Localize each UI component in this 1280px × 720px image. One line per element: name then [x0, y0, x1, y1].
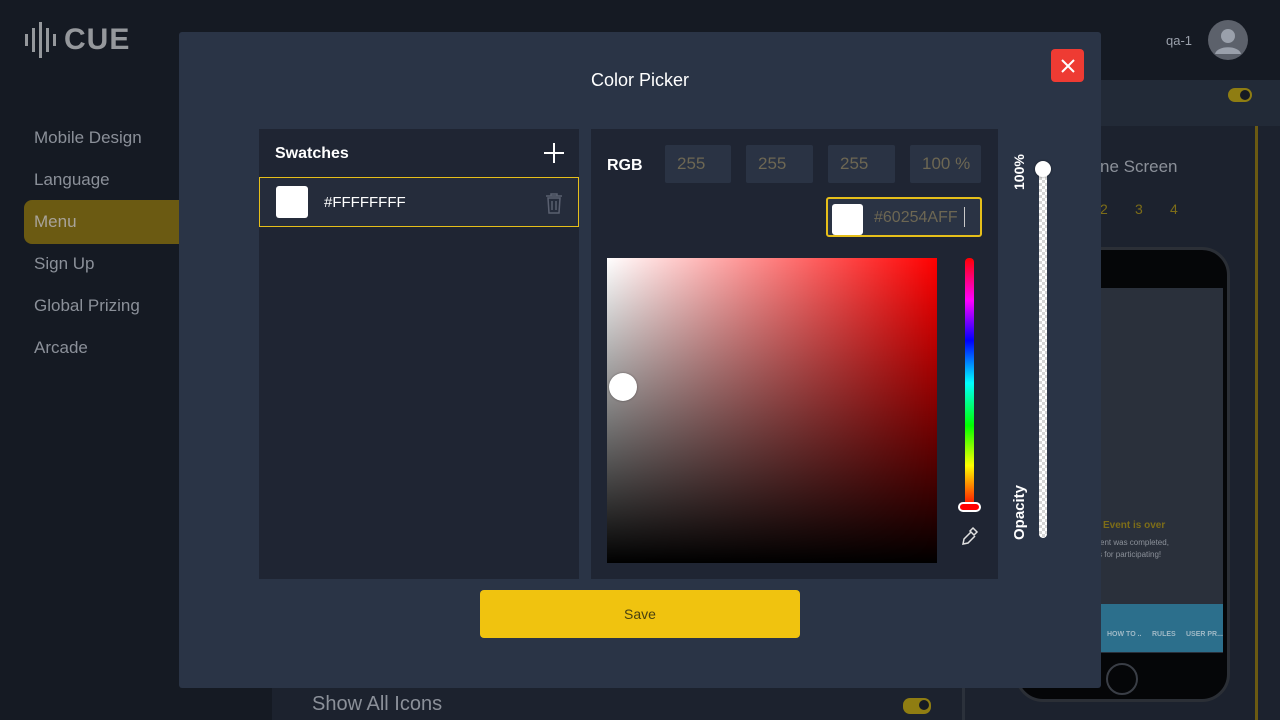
step-4[interactable]: 4 — [1170, 201, 1178, 217]
show-all-icons-label: Show All Icons — [312, 693, 443, 715]
blue-input[interactable]: 255 — [828, 145, 895, 183]
user-name[interactable]: qa-1 — [1166, 33, 1192, 48]
logo-icon — [25, 22, 56, 58]
event-title: Event is over — [1103, 520, 1166, 531]
hue-handle[interactable] — [958, 502, 981, 512]
phone-tab-how-to: HOW TO .. — [1107, 631, 1142, 638]
swatch-color-chip[interactable] — [276, 186, 308, 218]
close-button[interactable] — [1051, 49, 1084, 82]
avatar[interactable] — [1208, 20, 1248, 60]
header-toggle[interactable] — [1228, 88, 1252, 102]
hex-value: #60254AFF — [874, 209, 958, 226]
color-picker-modal: Color Picker Swatches #FFFFFFFF RGB 255 — [179, 32, 1101, 688]
preview-screen-title: ne Screen — [1100, 157, 1178, 176]
save-button[interactable]: Save — [480, 590, 800, 638]
eyedropper-icon — [962, 526, 979, 545]
show-all-icons-toggle[interactable] — [903, 698, 931, 714]
scrollbar[interactable] — [1255, 126, 1258, 720]
event-text-line-2: s for participating! — [1098, 550, 1162, 559]
text-caret — [964, 207, 965, 227]
green-input[interactable]: 255 — [746, 145, 813, 183]
swatch-hex: #FFFFFFFF — [324, 194, 406, 211]
picker-panel: RGB 255 255 255 100 % #60254AFF — [591, 129, 998, 579]
opacity-slider[interactable] — [1039, 168, 1047, 538]
opacity-max-label: 100% — [1011, 154, 1027, 190]
phone-tab-user-profile: USER PR... — [1186, 631, 1223, 638]
step-3[interactable]: 3 — [1135, 201, 1143, 217]
phone-tab-rules: RULES — [1152, 631, 1176, 638]
opacity-handle[interactable] — [1035, 161, 1051, 177]
add-swatch-button[interactable] — [543, 142, 565, 164]
saturation-value-area[interactable] — [607, 258, 937, 563]
logo-text: CUE — [64, 23, 131, 56]
swatches-heading: Swatches — [275, 145, 349, 162]
hex-input[interactable]: #60254AFF — [826, 197, 982, 237]
phone-home-button — [1106, 663, 1138, 695]
alpha-input[interactable]: 100 % — [910, 145, 981, 183]
red-input[interactable]: 255 — [665, 145, 731, 183]
saturation-handle[interactable] — [609, 373, 637, 401]
modal-title: Color Picker — [590, 70, 690, 90]
rgb-label: RGB — [607, 157, 643, 174]
event-text-line-1: ent was completed, — [1100, 538, 1169, 547]
app-logo[interactable]: CUE — [24, 22, 130, 58]
step-2[interactable]: 2 — [1100, 201, 1108, 217]
opacity-label: Opacity — [1011, 484, 1028, 540]
avatar-icon — [1215, 29, 1241, 54]
plus-icon — [544, 143, 564, 163]
trash-icon — [546, 193, 562, 214]
content-divider — [962, 688, 965, 720]
eyedropper-button[interactable] — [961, 526, 979, 546]
hex-preview-chip — [832, 204, 863, 235]
swatch-item[interactable]: #FFFFFFFF — [259, 177, 579, 227]
swatches-panel: Swatches #FFFFFFFF — [259, 129, 579, 579]
hue-slider[interactable] — [965, 258, 974, 508]
close-icon — [1060, 58, 1075, 73]
delete-swatch-button[interactable] — [544, 192, 564, 214]
